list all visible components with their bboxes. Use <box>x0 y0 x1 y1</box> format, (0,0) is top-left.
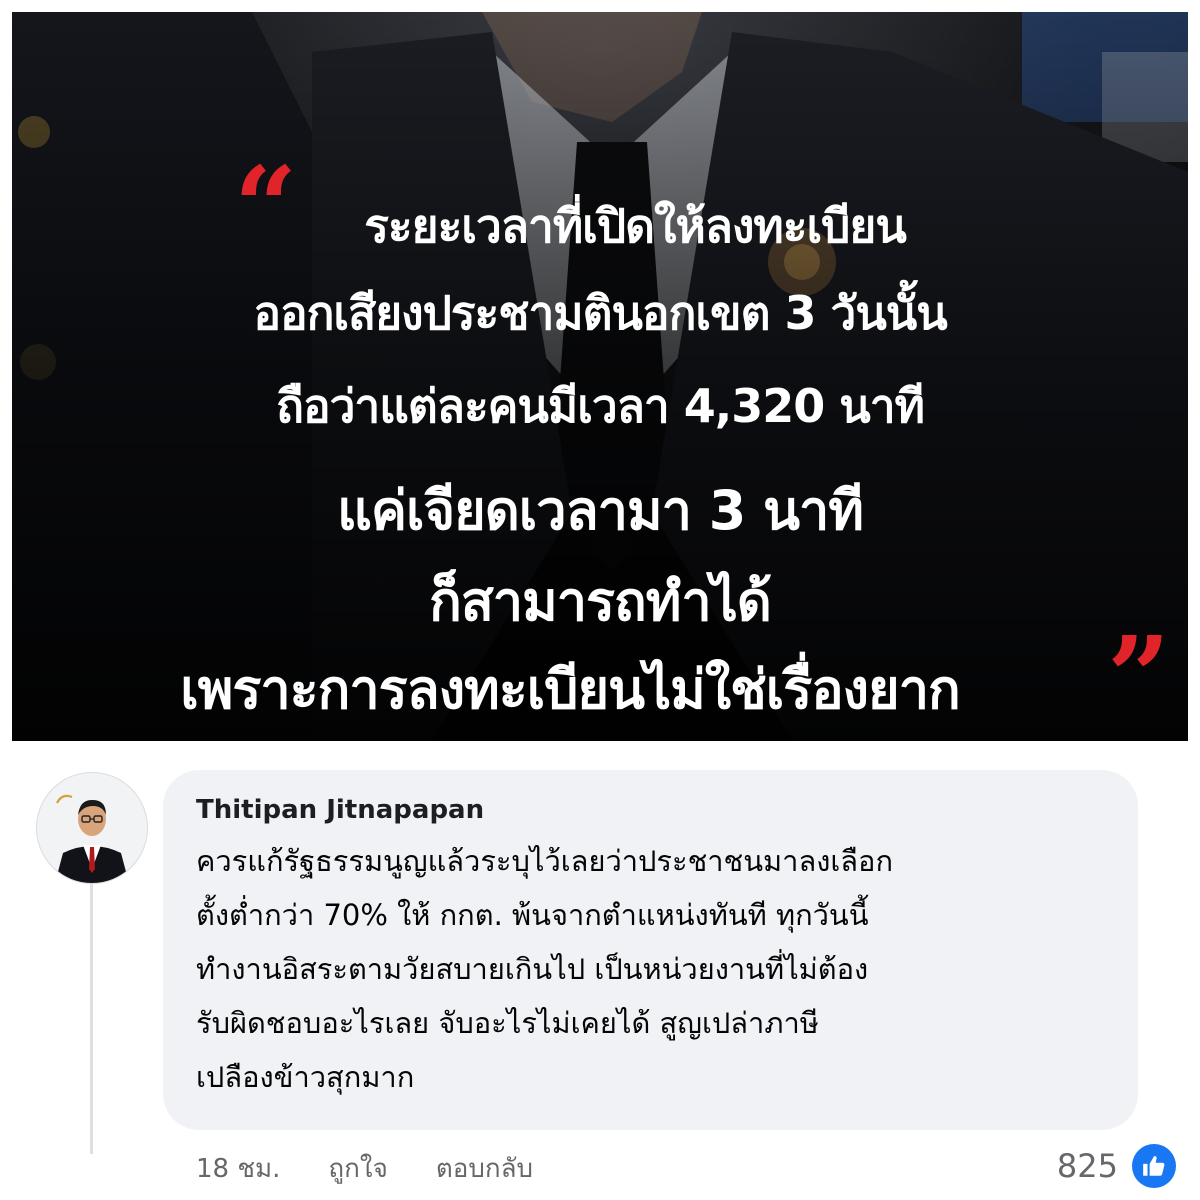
quote-line: เพราะการลงทะเบียนไม่ใช่เรื่องยาก <box>180 658 960 721</box>
comment-text-line: ทำงานอิสระตามวัยสบายเกินไป เป็นหน่วยงานท… <box>196 952 869 986</box>
comment-text-line: รับผิดชอบอะไรเลย จับอะไรไม่เคยได้ สูญเปล… <box>196 1006 819 1040</box>
comment-text-line: ควรแก้รัฐธรรมนูญแล้วระบุไว้เลยว่าประชาชน… <box>196 844 894 878</box>
quote-line: ถือว่าแต่ละคนมีเวลา 4,320 นาที <box>276 379 925 433</box>
comment-text-line: ตั้งต่ำกว่า 70% ให้ กกต. พ้นจากตำแหน่งทั… <box>196 898 869 932</box>
profile-avatar-icon <box>37 773 147 883</box>
avatar[interactable] <box>36 772 148 884</box>
quote-line: แค่เจียดเวลามา 3 นาที <box>337 479 864 542</box>
comment-bubble: Thitipan Jitnapapan ควรแก้รัฐธรรมนูญแล้ว… <box>163 770 1138 1130</box>
comment-text: ควรแก้รัฐธรรมนูญแล้วระบุไว้เลยว่าประชาชน… <box>196 834 1108 1104</box>
like-button[interactable]: ถูกใจ <box>328 1148 387 1189</box>
thumbs-up-icon <box>1132 1144 1176 1188</box>
reaction-summary[interactable]: 825 <box>1057 1140 1176 1192</box>
reaction-count: 825 <box>1056 1147 1118 1185</box>
quote-line: ก็สามารถทำได้ <box>429 570 772 633</box>
facebook-comment-screenshot: “ ” ระยะเวลาที่เปิดให้ลงทะเบียน ออกเสียง… <box>0 0 1200 1200</box>
comment-author[interactable]: Thitipan Jitnapapan <box>196 792 1108 828</box>
comment-text-line: เปลืองข้าวสุกมาก <box>196 1060 415 1094</box>
quote-text: ระยะเวลาที่เปิดให้ลงทะเบียน ออกเสียงประช… <box>12 12 1188 741</box>
quote-line: ออกเสียงประชามตินอกเขต 3 วันนั้น <box>253 286 947 340</box>
quote-image: “ ” ระยะเวลาที่เปิดให้ลงทะเบียน ออกเสียง… <box>12 12 1188 741</box>
comment-timestamp[interactable]: 18 ชม. <box>196 1148 280 1189</box>
quote-line: ระยะเวลาที่เปิดให้ลงทะเบียน <box>364 199 907 253</box>
reply-button[interactable]: ตอบกลับ <box>436 1148 533 1189</box>
comment-actions: 18 ชม. ถูกใจ ตอบกลับ <box>196 1148 581 1188</box>
thread-line <box>90 884 93 1154</box>
